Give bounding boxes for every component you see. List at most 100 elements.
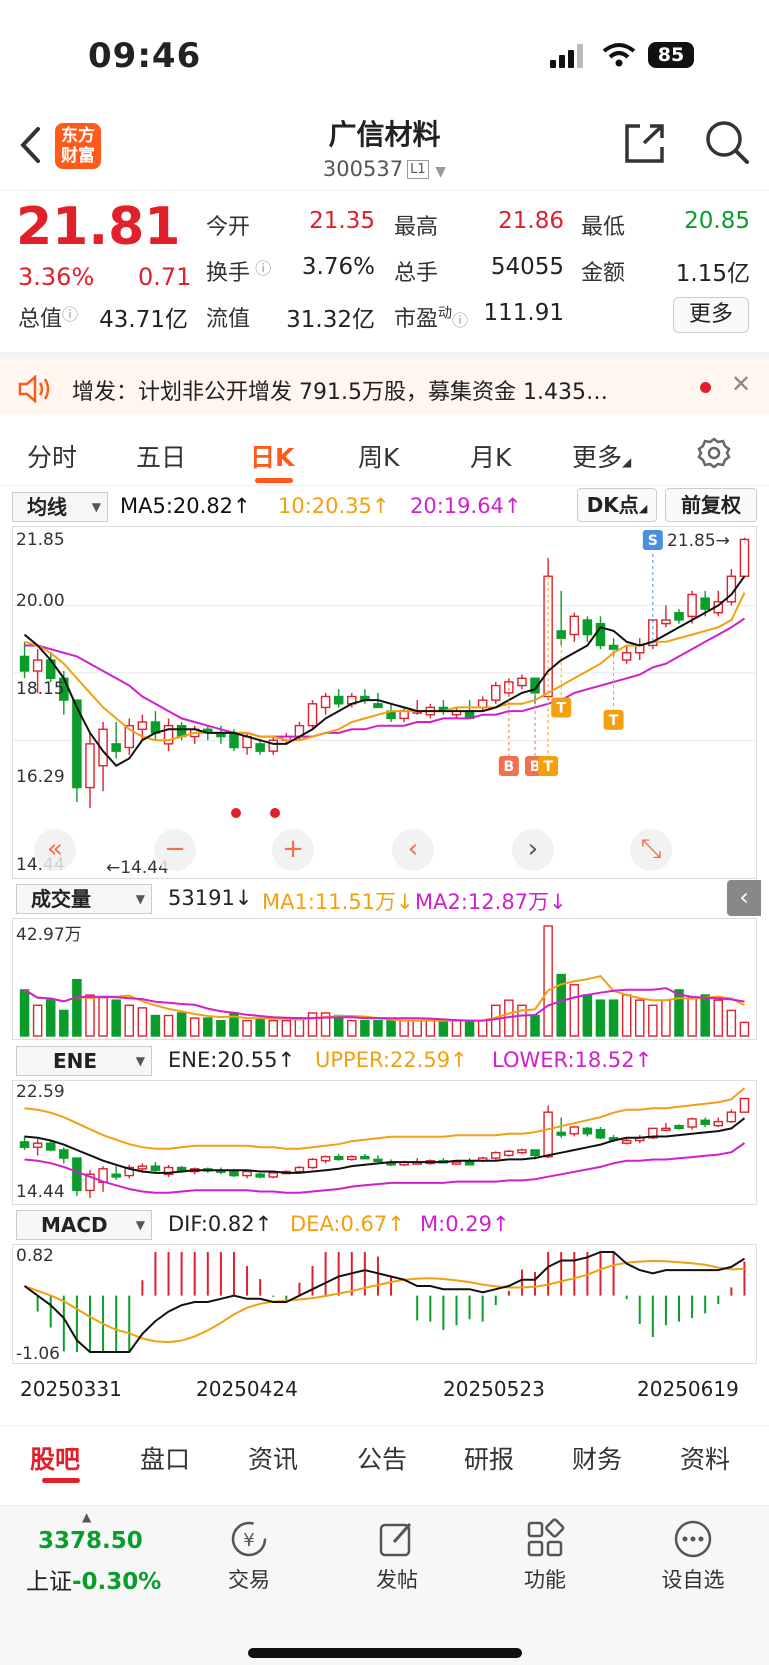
volume-selector-label: 成交量: [31, 887, 91, 911]
candle: [477, 699, 488, 709]
chevron-down-icon: ▼: [135, 1054, 145, 1068]
ma10-legend: 10:20.35↑: [278, 494, 390, 518]
macd-selector[interactable]: MACD ▼: [16, 1210, 152, 1240]
tab-weekly-k[interactable]: 周K: [358, 438, 399, 474]
status-time: 09:46: [88, 36, 202, 76]
dk-point-button[interactable]: DK点◢: [577, 488, 657, 522]
post-button[interactable]: 发帖: [352, 1518, 442, 1594]
tab-pankou[interactable]: 盘口: [140, 1440, 190, 1476]
ene-candle: [19, 1141, 30, 1148]
fullscreen-icon[interactable]: ⤡: [630, 829, 672, 871]
trade-button[interactable]: ¥ 交易: [204, 1518, 294, 1594]
share-icon[interactable]: [622, 121, 666, 165]
ene-lower-legend: LOWER:18.52↑: [492, 1048, 653, 1072]
volume-value: 54055: [490, 254, 564, 280]
tab-news[interactable]: 资讯: [248, 1440, 298, 1476]
tab-more[interactable]: 更多◢: [572, 438, 631, 474]
index-row[interactable]: 上证-0.30%: [26, 1562, 161, 1596]
zoom-out-icon[interactable]: −: [154, 829, 196, 871]
ene-candle: [661, 1127, 671, 1132]
ma-selector[interactable]: 均线 ▼: [12, 492, 108, 522]
tab-profile[interactable]: 资料: [680, 1440, 730, 1476]
scroll-left-fast-icon[interactable]: «: [34, 829, 76, 871]
tab-daily-k[interactable]: 日K: [250, 438, 294, 474]
notice-bar[interactable]: 增发：计划非公开增发 791.5万股，募集资金 1.435… ✕: [0, 352, 769, 414]
ene-candle: [242, 1170, 252, 1177]
info-icon[interactable]: ⓘ: [452, 311, 468, 330]
scroll-left-icon[interactable]: ‹: [392, 829, 434, 871]
add-watchlist-button[interactable]: 设自选: [648, 1518, 738, 1594]
kline-chart[interactable]: B B TTTS: [12, 526, 757, 879]
functions-label: 功能: [524, 1568, 566, 1592]
macd-dea-legend: DEA:0.67↑: [290, 1212, 405, 1236]
candle: [255, 743, 265, 752]
index-value[interactable]: 3378.50: [38, 1528, 143, 1554]
chevron-down-icon: ▼: [135, 1218, 145, 1232]
ene-chart[interactable]: [12, 1080, 757, 1205]
ene-candle: [595, 1129, 606, 1139]
price-label-4: 16.29: [16, 767, 65, 787]
svg-text:¥: ¥: [243, 1530, 254, 1551]
ene-candle: [150, 1165, 161, 1171]
volume-chart[interactable]: [12, 918, 757, 1040]
macd-chart[interactable]: [12, 1244, 757, 1364]
level-badge: L1: [407, 160, 429, 179]
price-label-top: 21.85: [16, 530, 65, 550]
chevron-down-icon: ▼: [91, 500, 101, 514]
tab-guba[interactable]: 股吧: [30, 1440, 80, 1476]
index-name: 上证: [26, 1569, 72, 1595]
volume-bar: [347, 1019, 357, 1037]
high-label: 最高: [394, 215, 439, 240]
chevron-down-icon: ◢: [622, 455, 632, 469]
tab-finance[interactable]: 财务: [572, 1440, 622, 1476]
tab-research[interactable]: 研报: [464, 1440, 514, 1476]
ene-candle: [255, 1173, 265, 1178]
scroll-right-icon[interactable]: ›: [512, 829, 554, 871]
more-button[interactable]: 更多: [673, 297, 749, 333]
date-label-1: 20250331: [20, 1377, 122, 1401]
ene-candle: [713, 1120, 724, 1127]
volume-bar: [176, 1012, 187, 1037]
functions-button[interactable]: 功能: [500, 1518, 590, 1594]
tab-intraday[interactable]: 分时: [27, 438, 77, 474]
volume-bar: [137, 1007, 148, 1037]
volume-bar: [85, 994, 95, 1037]
float-label: 流值: [206, 307, 251, 332]
adjust-button[interactable]: 前复权: [665, 488, 757, 522]
tab-five-day[interactable]: 五日: [136, 438, 186, 474]
close-icon[interactable]: ✕: [731, 370, 751, 398]
search-icon[interactable]: [704, 119, 750, 165]
volume-bar: [477, 1019, 488, 1037]
signal-icon: [550, 44, 583, 68]
watchlist-label: 设自选: [661, 1568, 725, 1592]
volume-bar: [726, 1009, 737, 1037]
candle: [739, 538, 750, 577]
volume-bar: [582, 994, 593, 1037]
active-tab-indicator: [42, 1478, 80, 1483]
zoom-in-icon[interactable]: +: [272, 829, 314, 871]
chevron-up-icon[interactable]: ▲: [82, 1510, 91, 1524]
collapse-panel-icon[interactable]: ‹: [727, 880, 761, 916]
ene-candle: [491, 1151, 501, 1159]
ene-bottom-label: 14.44: [16, 1182, 65, 1202]
candle: [582, 619, 593, 636]
battery-level: 85: [657, 44, 685, 66]
gear-icon[interactable]: [697, 436, 731, 470]
tab-announcements[interactable]: 公告: [357, 1440, 407, 1476]
ene-top-label: 22.59: [16, 1082, 65, 1102]
info-icon[interactable]: ⓘ: [62, 305, 78, 324]
volume-bar: [569, 984, 580, 1037]
ene-selector[interactable]: ENE ▼: [16, 1046, 152, 1076]
signal-label: S: [648, 533, 658, 549]
volume-selector[interactable]: 成交量 ▼: [16, 884, 152, 914]
ma10-line: [24, 592, 746, 742]
volume-max-label: 42.97万: [16, 925, 82, 945]
info-icon[interactable]: ⓘ: [250, 259, 271, 278]
volume-bar: [634, 999, 645, 1037]
price-label-3: 18.15: [16, 679, 65, 699]
notice-text: 增发：计划非公开增发 791.5万股，募集资金 1.435…: [72, 380, 608, 405]
tab-monthly-k[interactable]: 月K: [470, 438, 511, 474]
macd-bottom-label: -1.06: [16, 1344, 60, 1364]
candle: [85, 743, 95, 789]
candle: [229, 732, 239, 749]
